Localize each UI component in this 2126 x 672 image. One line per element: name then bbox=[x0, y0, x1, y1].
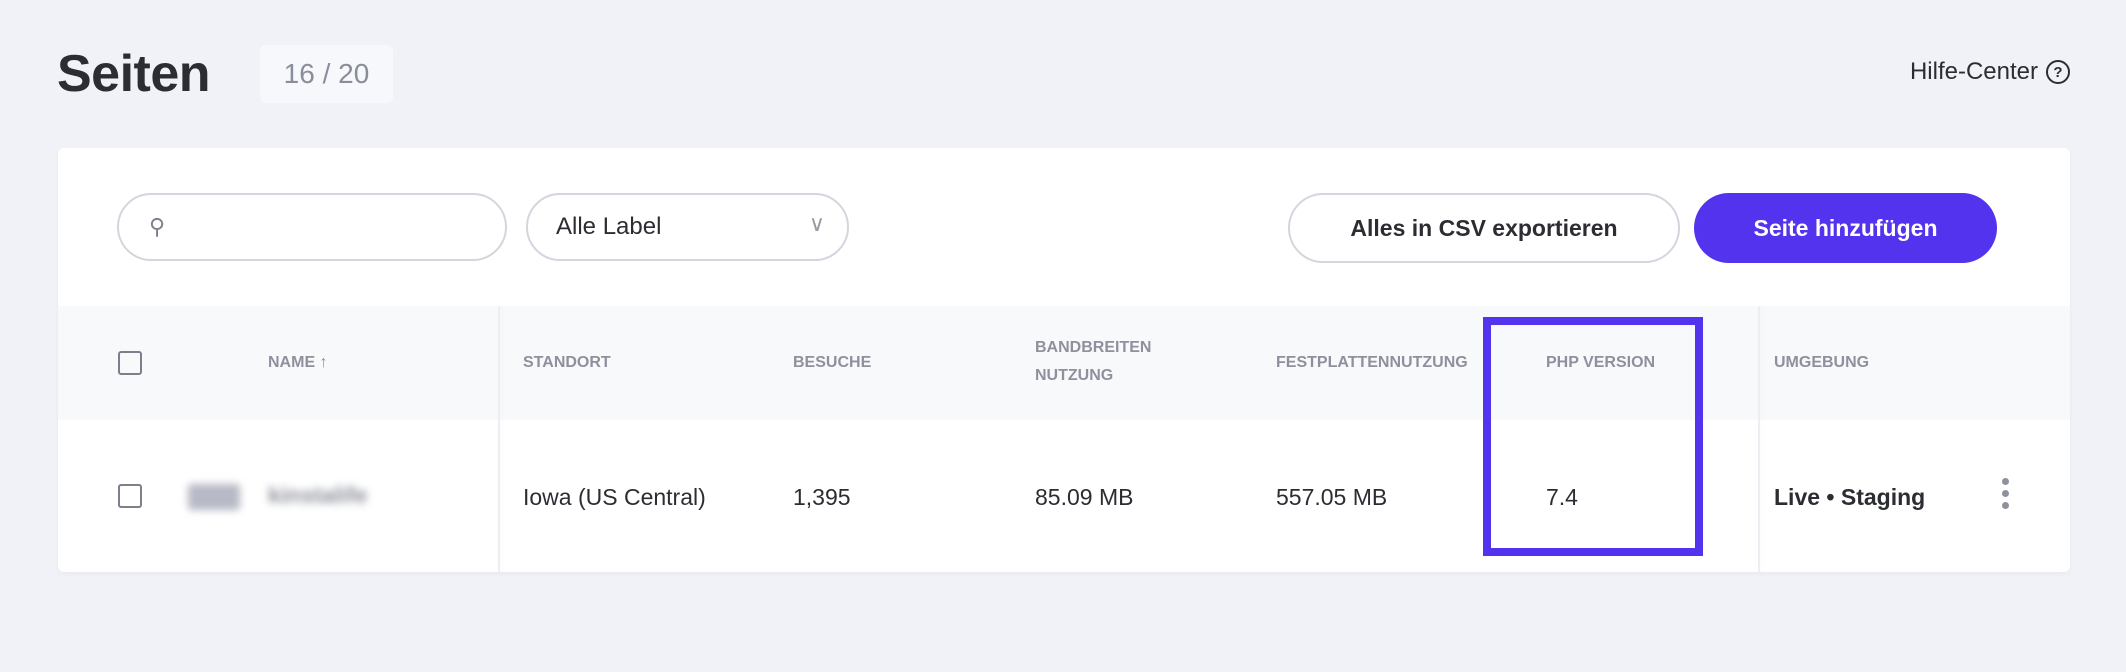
add-site-button[interactable]: Seite hinzufügen bbox=[1694, 193, 1997, 263]
more-options-icon[interactable] bbox=[2002, 478, 2009, 509]
help-center-link[interactable]: Hilfe-Center ? bbox=[1910, 58, 2070, 86]
export-csv-button[interactable]: Alles in CSV exportieren bbox=[1288, 193, 1680, 263]
search-input[interactable]: ⚲ bbox=[117, 193, 507, 261]
site-bandwidth: 85.09 MB bbox=[1035, 484, 1134, 510]
site-visits: 1,395 bbox=[793, 484, 851, 510]
chevron-down-icon: ∨ bbox=[808, 211, 825, 236]
sites-card: ⚲ Alle Label ∨ Alles in CSV exportieren … bbox=[58, 148, 2070, 572]
site-count-badge: 16 / 20 bbox=[260, 45, 393, 103]
select-all-checkbox[interactable] bbox=[118, 351, 142, 375]
site-name[interactable]: kinstalife bbox=[268, 482, 368, 509]
php-version-highlight bbox=[1483, 317, 1703, 556]
site-disk-usage: 557.05 MB bbox=[1276, 484, 1388, 510]
table-row[interactable]: kinstalife Iowa (US Central) 1,395 85.09… bbox=[58, 420, 2070, 572]
column-name[interactable]: NAME ↑ bbox=[268, 349, 328, 377]
column-divider bbox=[1758, 306, 1760, 572]
label-filter-select[interactable]: Alle Label ∨ bbox=[526, 193, 849, 261]
column-visits[interactable]: BESUCHE bbox=[793, 349, 871, 377]
help-icon: ? bbox=[2046, 60, 2070, 84]
page-title: Seiten bbox=[57, 45, 211, 103]
label-filter-value: Alle Label bbox=[556, 213, 662, 240]
column-disk[interactable]: FESTPLATTENNUTZUNG bbox=[1276, 349, 1468, 377]
site-location: Iowa (US Central) bbox=[523, 484, 706, 510]
column-divider bbox=[498, 306, 500, 572]
help-center-label: Hilfe-Center bbox=[1909, 58, 2038, 85]
column-environment[interactable]: UMGEBUNG bbox=[1774, 349, 1869, 377]
site-favicon bbox=[188, 484, 240, 510]
site-environment[interactable]: Live • Staging bbox=[1774, 484, 1925, 511]
table-header: NAME ↑ STANDORT BESUCHE BANDBREITEN NUTZ… bbox=[58, 306, 2070, 420]
search-icon: ⚲ bbox=[149, 214, 166, 239]
row-checkbox[interactable] bbox=[118, 484, 142, 508]
column-bandwidth[interactable]: BANDBREITEN NUTZUNG bbox=[1035, 334, 1175, 390]
column-location[interactable]: STANDORT bbox=[523, 349, 611, 377]
